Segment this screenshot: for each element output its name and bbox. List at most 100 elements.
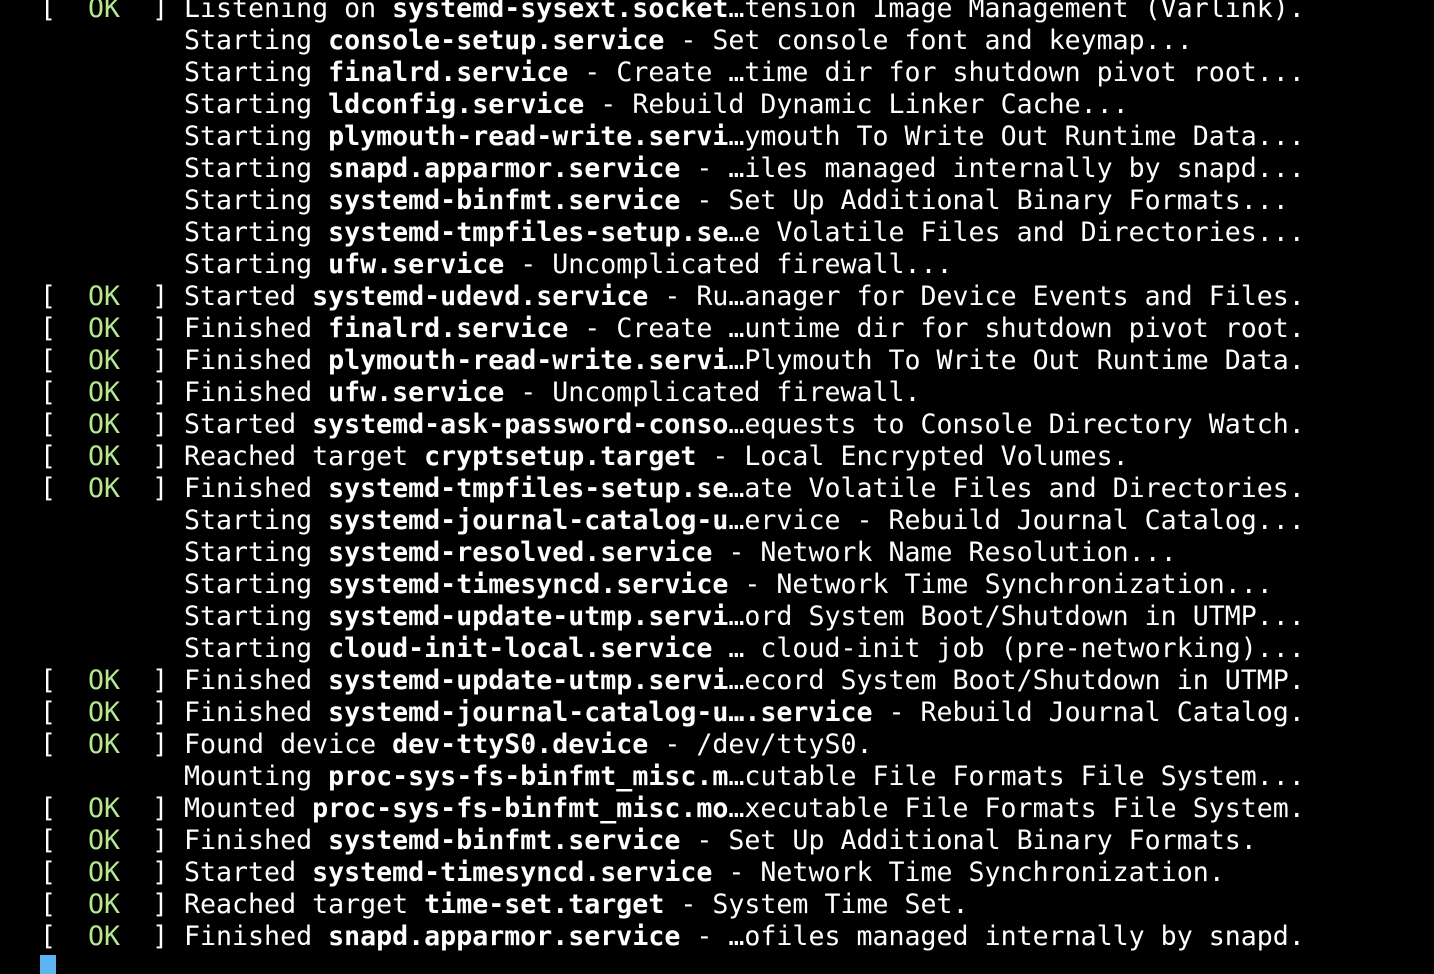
status-ok-label: OK bbox=[88, 473, 121, 504]
message-description: …equests to Console Directory Watch. bbox=[728, 409, 1305, 440]
status-bracket-left: [ bbox=[40, 921, 89, 952]
status-ok-label: OK bbox=[88, 409, 121, 440]
message-description: …ate Volatile Files and Directories. bbox=[728, 473, 1305, 504]
status-indicator: [ OK ] bbox=[40, 313, 184, 345]
message-action: Started bbox=[184, 409, 313, 440]
status-bracket-right: ] bbox=[120, 313, 185, 344]
console-line: [ OK ] Finished snapd.apparmor.service -… bbox=[40, 921, 1305, 953]
unit-name: systemd-resolved.service bbox=[328, 537, 713, 568]
message-action: Finished bbox=[184, 825, 329, 856]
console-line: Starting systemd-journal-catalog-u…ervic… bbox=[40, 505, 1305, 537]
message-description: …ervice - Rebuild Journal Catalog... bbox=[728, 505, 1305, 536]
console-line: [ OK ] Listening on systemd-sysext.socke… bbox=[40, 0, 1305, 25]
message-description: - Uncomplicated firewall. bbox=[504, 377, 921, 408]
console-line: [ OK ] Finished systemd-update-utmp.serv… bbox=[40, 665, 1305, 697]
message-action: Listening on bbox=[184, 0, 393, 24]
unit-name: time-set.target bbox=[424, 889, 665, 920]
status-indicator: [ OK ] bbox=[40, 793, 184, 825]
status-bracket-right: ] bbox=[120, 665, 185, 696]
unit-name: systemd-journal-catalog-u bbox=[328, 505, 729, 536]
unit-name: proc-sys-fs-binfmt_misc.m bbox=[328, 761, 729, 792]
message-description: …Plymouth To Write Out Runtime Data. bbox=[728, 345, 1305, 376]
unit-name: systemd-journal-catalog-u….service bbox=[328, 697, 873, 728]
status-bracket-right: ] bbox=[120, 921, 185, 952]
status-bracket-left: [ bbox=[40, 697, 89, 728]
message-description: - Set Up Additional Binary Formats. bbox=[680, 825, 1257, 856]
status-bracket-left: [ bbox=[40, 0, 89, 24]
console-line: [ OK ] Started systemd-timesyncd.service… bbox=[40, 857, 1305, 889]
unit-name: systemd-update-utmp.servi bbox=[328, 601, 729, 632]
status-ok-label: OK bbox=[88, 281, 121, 312]
console-line: [ OK ] Started systemd-ask-password-cons… bbox=[40, 409, 1305, 441]
console-line: [ OK ] Reached target time-set.target - … bbox=[40, 889, 1305, 921]
status-indicator bbox=[40, 505, 184, 537]
status-indicator: [ OK ] bbox=[40, 441, 184, 473]
message-description: - Local Encrypted Volumes. bbox=[696, 441, 1129, 472]
message-action: Starting bbox=[184, 601, 329, 632]
message-description: - Ru…anager for Device Events and Files. bbox=[648, 281, 1305, 312]
status-ok-label: OK bbox=[88, 665, 121, 696]
message-action: Finished bbox=[184, 313, 329, 344]
status-bracket-left: [ bbox=[40, 441, 89, 472]
console-line: [ OK ] Finished systemd-tmpfiles-setup.s… bbox=[40, 473, 1305, 505]
status-indicator: [ OK ] bbox=[40, 409, 184, 441]
unit-name: systemd-timesyncd.service bbox=[312, 857, 713, 888]
unit-name: systemd-ask-password-conso bbox=[312, 409, 729, 440]
message-description: - Rebuild Dynamic Linker Cache... bbox=[584, 89, 1129, 120]
status-indicator bbox=[40, 569, 184, 601]
message-description: - Uncomplicated firewall... bbox=[504, 249, 953, 280]
status-bracket-left: [ bbox=[40, 377, 89, 408]
status-bracket-right: ] bbox=[120, 825, 185, 856]
status-bracket-right: ] bbox=[120, 441, 185, 472]
status-bracket-left: [ bbox=[40, 729, 89, 760]
console-line: Starting systemd-binfmt.service - Set Up… bbox=[40, 185, 1305, 217]
unit-name: cloud-init-local.service bbox=[328, 633, 713, 664]
status-ok-label: OK bbox=[88, 793, 121, 824]
message-description: …e Volatile Files and Directories... bbox=[728, 217, 1305, 248]
message-description: - …iles managed internally by snapd... bbox=[680, 153, 1305, 184]
status-indicator: [ OK ] bbox=[40, 921, 184, 953]
status-indicator bbox=[40, 633, 184, 665]
unit-name: systemd-timesyncd.service bbox=[328, 569, 729, 600]
message-action: Starting bbox=[184, 25, 329, 56]
unit-name: systemd-binfmt.service bbox=[328, 825, 681, 856]
status-indicator bbox=[40, 153, 184, 185]
unit-name: plymouth-read-write.servi bbox=[328, 345, 729, 376]
message-description: - Set Up Additional Binary Formats... bbox=[680, 185, 1289, 216]
message-action: Starting bbox=[184, 185, 329, 216]
status-bracket-right: ] bbox=[120, 0, 185, 24]
status-indicator bbox=[40, 57, 184, 89]
status-bracket-right: ] bbox=[120, 889, 185, 920]
unit-name: proc-sys-fs-binfmt_misc.mo bbox=[312, 793, 729, 824]
status-indicator bbox=[40, 217, 184, 249]
console-line: [ OK ] Finished ufw.service - Uncomplica… bbox=[40, 377, 1305, 409]
console-line: Starting systemd-resolved.service - Netw… bbox=[40, 537, 1305, 569]
message-action: Starting bbox=[184, 505, 329, 536]
console-line: Starting plymouth-read-write.servi…ymout… bbox=[40, 121, 1305, 153]
message-description: - Network Time Synchronization... bbox=[728, 569, 1273, 600]
message-action: Starting bbox=[184, 217, 329, 248]
unit-name: systemd-binfmt.service bbox=[328, 185, 681, 216]
status-bracket-left: [ bbox=[40, 281, 89, 312]
text-cursor bbox=[40, 955, 56, 974]
status-ok-label: OK bbox=[88, 857, 121, 888]
message-action: Found device bbox=[184, 729, 393, 760]
message-action: Starting bbox=[184, 633, 329, 664]
console-line: [ OK ] Finished systemd-binfmt.service -… bbox=[40, 825, 1305, 857]
message-action: Finished bbox=[184, 473, 329, 504]
message-description: …ecord System Boot/Shutdown in UTMP. bbox=[728, 665, 1305, 696]
message-action: Starting bbox=[184, 569, 329, 600]
status-bracket-right: ] bbox=[120, 281, 185, 312]
message-action: Reached target bbox=[184, 889, 425, 920]
status-bracket-right: ] bbox=[120, 409, 185, 440]
status-bracket-left: [ bbox=[40, 345, 89, 376]
unit-name: finalrd.service bbox=[328, 57, 569, 88]
console-line: Starting finalrd.service - Create …time … bbox=[40, 57, 1305, 89]
terminal-console[interactable]: [ OK ] Listening on systemd-sysext.socke… bbox=[40, 0, 1305, 953]
message-description: - Rebuild Journal Catalog. bbox=[872, 697, 1305, 728]
console-line: [ OK ] Started systemd-udevd.service - R… bbox=[40, 281, 1305, 313]
message-action: Starting bbox=[184, 153, 329, 184]
message-description: - Create …time dir for shutdown pivot ro… bbox=[568, 57, 1305, 88]
status-bracket-right: ] bbox=[120, 793, 185, 824]
message-action: Reached target bbox=[184, 441, 425, 472]
